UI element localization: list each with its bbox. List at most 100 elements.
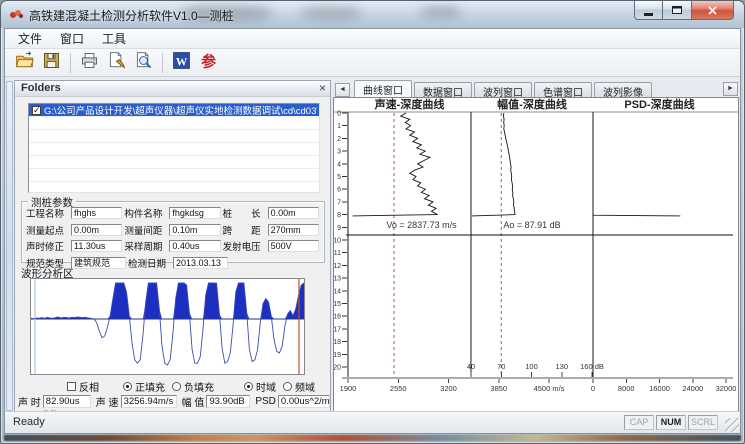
svg-text:Vo = 2837.73 m/s: Vo = 2837.73 m/s (386, 220, 457, 230)
fill-option-0[interactable]: 正填充 (123, 379, 165, 394)
svg-text:4: 4 (337, 161, 341, 168)
radio-icon (244, 382, 253, 391)
readout-label: 声 速 (96, 394, 119, 409)
param-label: 桩 长 (223, 206, 268, 220)
page-magnifier-icon (133, 50, 154, 76)
svg-text:24000: 24000 (682, 384, 703, 393)
param-value-field[interactable]: 270mm (268, 224, 319, 236)
tab-scroll-right-button[interactable]: ► (723, 82, 738, 96)
param-value-field[interactable]: 0.00m (71, 224, 122, 236)
param-value-field[interactable]: 500V (268, 240, 319, 252)
dock-gripper[interactable] (6, 81, 13, 411)
folder-item-label: G:\公司产品设计开发\超声仪器\超声仪实地检测数据调试\cd\cd03\cd0… (44, 103, 317, 117)
folders-panel-header[interactable]: Folders × (15, 81, 330, 97)
readout-value-field[interactable]: 3256.94m/s (121, 395, 177, 408)
readout-value-field[interactable]: 93.90dB (206, 395, 250, 408)
param-value-field[interactable]: 11.30us (71, 240, 122, 252)
fill-option-1[interactable]: 负填充 (172, 379, 214, 394)
folders-panel-close-icon[interactable]: × (319, 81, 326, 95)
indicator-scrl: SCRL (688, 415, 718, 430)
invert-checkbox[interactable]: 反相 (67, 379, 99, 394)
print-button[interactable] (76, 51, 103, 75)
tab-波列窗口[interactable]: 波列窗口 (474, 82, 532, 97)
checkbox-checked-icon[interactable]: ✓ (32, 106, 41, 115)
param-row: 声时修正11.30us采样周期0.40us发射电压500V (26, 239, 321, 253)
svg-text:幅值-深度曲线: 幅值-深度曲线 (497, 98, 567, 111)
svg-text:32000: 32000 (716, 384, 737, 393)
parameters-button[interactable]: 参 (195, 51, 222, 75)
param-label: 构件名称 (124, 206, 169, 220)
svg-text:11: 11 (334, 250, 341, 257)
folder-list-item[interactable]: ✓G:\公司产品设计开发\超声仪器\超声仪实地检测数据调试\cd\cd03\cd… (29, 104, 319, 117)
save-button[interactable] (38, 51, 65, 75)
glass-reflection (421, 6, 461, 18)
word-report-button[interactable]: W (168, 51, 195, 75)
svg-text:1900: 1900 (340, 384, 357, 393)
svg-text:1: 1 (337, 123, 341, 130)
window-bottom-frame (4, 435, 741, 441)
menu-item-2[interactable]: 工具 (93, 28, 135, 49)
client-area: Folders × ✓G:\公司产品设计开发\超声仪器\超声仪实地检测数据调试\… (5, 77, 740, 411)
svg-text:5: 5 (337, 174, 341, 181)
param-value-field[interactable]: 0.00m (268, 207, 319, 219)
param-value-field[interactable]: 建筑规范 (71, 257, 126, 269)
resize-grip[interactable] (725, 418, 739, 432)
status-bar: Ready CAPNUMSCRL (5, 411, 740, 433)
maximize-button[interactable] (663, 1, 691, 20)
menu-item-0[interactable]: 文件 (9, 28, 51, 49)
readout-label: PSD (255, 396, 276, 407)
word-icon: W (171, 50, 192, 76)
titlebar[interactable]: 高铁建混凝土检测分析软件V1.0—测桩 (1, 1, 744, 28)
radio-icon (172, 382, 181, 391)
menu-bar: 文件窗口工具 (5, 29, 740, 49)
folder-list[interactable]: ✓G:\公司产品设计开发\超声仪器\超声仪实地检测数据调试\cd\cd03\cd… (28, 103, 320, 193)
param-value-field[interactable]: 0.10m (169, 224, 220, 236)
param-value-field[interactable]: 2013.03.13 (173, 257, 228, 269)
readout-value-field[interactable]: 82.90us (43, 395, 91, 408)
param-value-field[interactable]: fhghs (71, 207, 122, 219)
minimize-button[interactable] (634, 1, 663, 20)
svg-text:3: 3 (337, 149, 341, 156)
tab-数据窗口[interactable]: 数据窗口 (414, 82, 472, 97)
readout-value-field[interactable]: 0.00us^2/m (278, 395, 330, 408)
radio-icon (283, 382, 292, 391)
tab-scroll-left-button[interactable]: ◄ (335, 83, 350, 97)
fill-option-label: 负填充 (184, 379, 214, 394)
tab-曲线窗口[interactable]: 曲线窗口 (354, 80, 412, 97)
svg-text:Ao = 87.91 dB: Ao = 87.91 dB (503, 220, 560, 230)
param-value-field[interactable]: 0.40us (169, 240, 220, 252)
waveform-box[interactable] (30, 278, 305, 375)
export-report-button[interactable] (103, 51, 130, 75)
svg-text:8: 8 (337, 212, 341, 219)
minimize-icon (644, 13, 653, 16)
menu-item-1[interactable]: 窗口 (51, 28, 93, 49)
keyboard-indicators: CAPNUMSCRL (622, 415, 718, 430)
workarea: 文件窗口工具 W参 Folders × ✓G:\公司产品设计开发\超声仪器\超声… (4, 28, 741, 434)
chart-area[interactable]: 声速-深度曲线19002550320038504500 m/sVo = 2837… (333, 97, 739, 411)
param-row: 工程名称fhghs构件名称fhgkdsg桩 长0.00m (26, 206, 321, 220)
close-button[interactable] (691, 1, 734, 20)
svg-text:9: 9 (337, 225, 341, 232)
param-value-field[interactable]: fhgkdsg (169, 207, 220, 219)
svg-text:2550: 2550 (390, 384, 407, 393)
svg-text:16: 16 (334, 314, 341, 321)
open-file-button[interactable] (11, 51, 38, 75)
domain-option-1[interactable]: 频域 (283, 379, 315, 394)
pile-params-group: 测桩参数 工程名称fhghs构件名称fhgkdsg桩 长0.00m测量起点0.0… (21, 201, 325, 263)
folder-list-empty-row (29, 182, 319, 193)
folder-list-empty-row (29, 156, 319, 169)
svg-text:0: 0 (591, 384, 595, 393)
svg-text:3200: 3200 (440, 384, 457, 393)
print-preview-button[interactable] (130, 51, 157, 75)
tab-色谱窗口[interactable]: 色谱窗口 (534, 82, 592, 97)
svg-text:7: 7 (337, 199, 341, 206)
readout-label: 声 时 (18, 394, 41, 409)
tab-波列影像[interactable]: 波列影像 (594, 82, 652, 97)
domain-option-0[interactable]: 时域 (244, 379, 276, 394)
svg-text:2: 2 (337, 136, 341, 143)
radio-icon (123, 382, 132, 391)
maximize-icon (672, 6, 682, 14)
folder-list-empty-row (29, 169, 319, 182)
svg-text:10: 10 (334, 238, 341, 245)
pile-params-grid: 工程名称fhghs构件名称fhgkdsg桩 长0.00m测量起点0.00m测量间… (26, 206, 321, 260)
